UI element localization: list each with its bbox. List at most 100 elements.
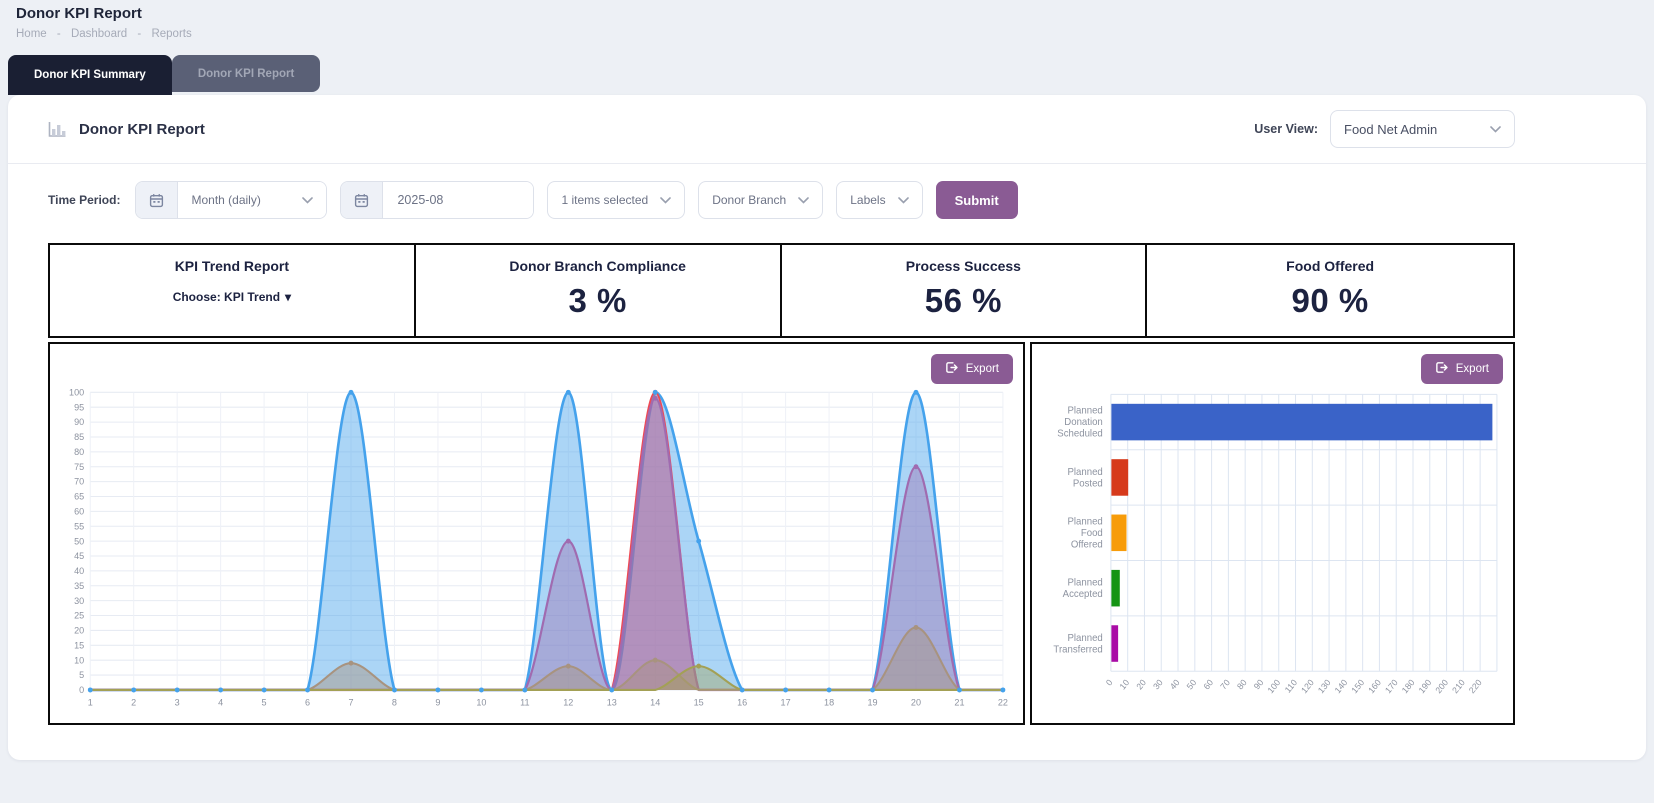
svg-text:190: 190 (1417, 677, 1434, 695)
svg-text:15: 15 (694, 697, 704, 707)
svg-text:22: 22 (998, 697, 1008, 707)
svg-text:60: 60 (1201, 677, 1215, 691)
user-view-select[interactable]: Food Net Admin (1330, 110, 1515, 148)
items-selected-value: 1 items selected (561, 193, 648, 207)
kpi-donor-branch-compliance: Donor Branch Compliance 3 % (416, 245, 782, 336)
svg-text:200: 200 (1433, 677, 1450, 695)
kpi-trend-cell: KPI Trend Report Choose: KPI Trend ▾ (50, 245, 416, 336)
svg-text:6: 6 (305, 697, 310, 707)
svg-text:Planned: Planned (1067, 633, 1102, 644)
planned-kpi-bar-chart: 0102030405060708090100110120130140150160… (1042, 384, 1503, 717)
card-header: Donor KPI Report User View: Food Net Adm… (8, 95, 1646, 164)
svg-text:40: 40 (1168, 677, 1182, 691)
calendar-icon (341, 182, 383, 218)
page-header: Donor KPI Report Home - Dashboard - Repo… (0, 0, 1654, 40)
tab-donor-kpi-summary[interactable]: Donor KPI Summary (8, 55, 172, 95)
kpi-trend-line-chart: 0510152025303540455055606570758085909510… (60, 384, 1013, 717)
export-icon (1435, 361, 1448, 377)
svg-text:Food: Food (1081, 528, 1103, 539)
labels-select[interactable]: Labels (836, 181, 922, 219)
svg-text:8: 8 (392, 697, 397, 707)
svg-text:4: 4 (218, 697, 223, 707)
kpi-label: Donor Branch Compliance (424, 258, 772, 274)
svg-text:50: 50 (1185, 677, 1199, 691)
caret-down-icon: ▾ (285, 290, 291, 304)
svg-text:80: 80 (1235, 677, 1249, 691)
kpi-process-success: Process Success 56 % (782, 245, 1148, 336)
items-selected-select[interactable]: 1 items selected (547, 181, 685, 219)
svg-text:25: 25 (74, 611, 84, 621)
filter-bar: Time Period: Month (daily) (48, 181, 1515, 219)
svg-text:19: 19 (867, 697, 877, 707)
kpi-label: Process Success (790, 258, 1138, 274)
svg-text:120: 120 (1299, 677, 1316, 695)
chevron-down-icon (302, 197, 313, 204)
svg-text:70: 70 (1218, 677, 1232, 691)
svg-text:60: 60 (74, 506, 84, 516)
tab-donor-kpi-report[interactable]: Donor KPI Report (172, 55, 320, 92)
month-input[interactable] (383, 182, 533, 218)
planned-kpi-chart-panel: Export 010203040506070809010011012013014… (1030, 342, 1515, 725)
svg-text:220: 220 (1467, 677, 1484, 695)
svg-text:Posted: Posted (1073, 478, 1103, 489)
kpi-summary-strip: KPI Trend Report Choose: KPI Trend ▾ Don… (48, 243, 1515, 338)
svg-text:5: 5 (262, 697, 267, 707)
kpi-value: 56 % (790, 282, 1138, 320)
svg-text:21: 21 (954, 697, 964, 707)
breadcrumb-dashboard[interactable]: Dashboard (71, 28, 127, 40)
svg-text:9: 9 (435, 697, 440, 707)
kpi-value: 90 % (1155, 282, 1505, 320)
svg-text:130: 130 (1316, 677, 1333, 695)
svg-text:20: 20 (74, 625, 84, 635)
svg-text:100: 100 (69, 387, 84, 397)
svg-text:30: 30 (1151, 677, 1165, 691)
breadcrumb-separator: - (57, 28, 61, 40)
chevron-down-icon (798, 197, 809, 204)
breadcrumb: Home - Dashboard - Reports (16, 28, 1638, 40)
svg-text:Planned: Planned (1067, 516, 1102, 527)
svg-text:0: 0 (1104, 677, 1115, 687)
svg-text:80: 80 (74, 447, 84, 457)
svg-text:90: 90 (74, 417, 84, 427)
svg-text:10: 10 (74, 655, 84, 665)
svg-text:100: 100 (1265, 677, 1282, 695)
kpi-trend-chart-panel: Export 051015202530354045505560657075808… (48, 342, 1025, 725)
svg-text:180: 180 (1400, 677, 1417, 695)
svg-text:Donation: Donation (1064, 417, 1103, 428)
export-button-label: Export (1456, 363, 1489, 375)
svg-text:10: 10 (1118, 677, 1132, 691)
chevron-down-icon (660, 197, 671, 204)
svg-text:20: 20 (1134, 677, 1148, 691)
svg-text:14: 14 (650, 697, 660, 707)
donor-branch-select[interactable]: Donor Branch (698, 181, 823, 219)
export-button[interactable]: Export (931, 354, 1013, 384)
tab-bar: Donor KPI Summary Donor KPI Report (8, 55, 1646, 95)
svg-text:95: 95 (74, 402, 84, 412)
user-view-value: Food Net Admin (1344, 122, 1437, 137)
calendar-icon (136, 182, 178, 218)
granularity-group: Month (daily) (135, 181, 327, 219)
svg-text:35: 35 (74, 581, 84, 591)
user-view-label: User View: (1254, 122, 1318, 136)
granularity-select[interactable]: Month (daily) (178, 182, 326, 218)
export-button[interactable]: Export (1421, 354, 1503, 384)
svg-text:Accepted: Accepted (1063, 589, 1103, 600)
submit-button[interactable]: Submit (936, 181, 1018, 219)
svg-text:11: 11 (520, 697, 529, 707)
labels-value: Labels (850, 193, 885, 207)
svg-text:Offered: Offered (1071, 539, 1103, 550)
breadcrumb-reports[interactable]: Reports (151, 28, 191, 40)
svg-text:17: 17 (781, 697, 791, 707)
svg-text:85: 85 (74, 432, 84, 442)
breadcrumb-home[interactable]: Home (16, 28, 47, 40)
card-title: Donor KPI Report (79, 121, 205, 138)
export-icon (945, 361, 958, 377)
month-picker-group (340, 181, 534, 219)
kpi-value: 3 % (424, 282, 772, 320)
svg-text:Scheduled: Scheduled (1057, 429, 1102, 440)
svg-text:12: 12 (563, 697, 573, 707)
donor-branch-value: Donor Branch (712, 193, 786, 207)
svg-text:55: 55 (74, 521, 84, 531)
kpi-trend-chooser[interactable]: Choose: KPI Trend ▾ (173, 290, 291, 304)
svg-text:110: 110 (1283, 677, 1299, 694)
